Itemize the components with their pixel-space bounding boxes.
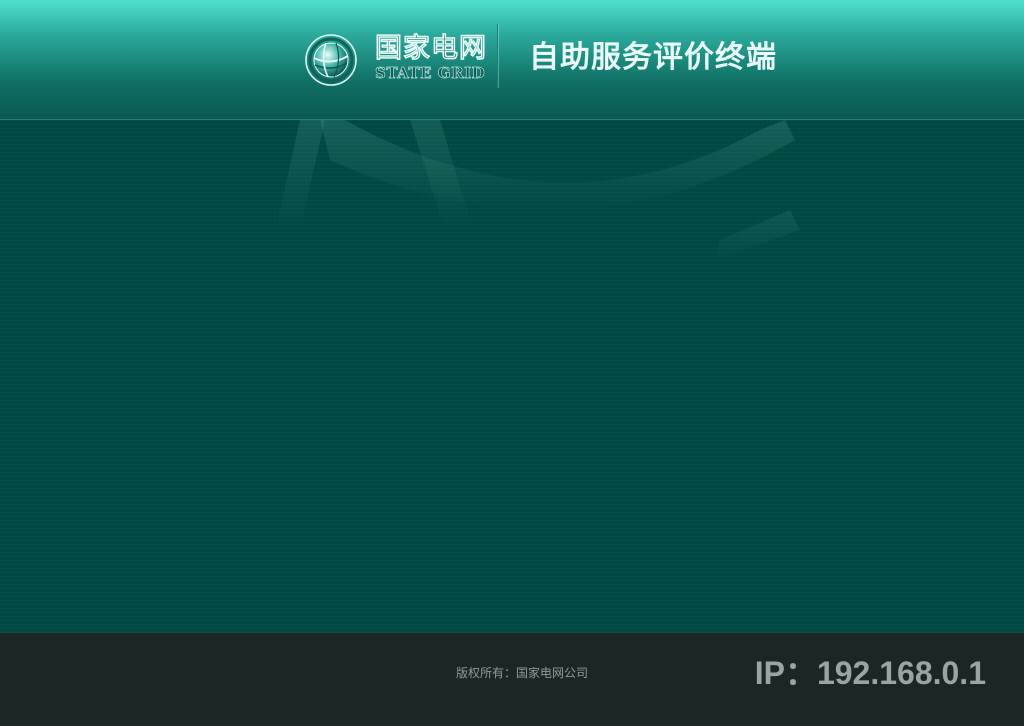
copyright-text: 版权所有：国家电网公司 <box>456 666 589 680</box>
app-title: 自助服务评价终端 <box>529 40 777 75</box>
brand-name-en: STATE GRID <box>375 64 486 83</box>
globe-watermark-icon <box>278 120 800 260</box>
ip-address-label: IP：192.168.0.1 <box>754 655 986 691</box>
brand-logotype: 国家电网 STATE GRID <box>375 33 487 83</box>
main-content-area <box>0 120 1024 633</box>
state-grid-logo-icon <box>305 34 357 86</box>
header-divider <box>497 24 498 88</box>
footer-bar: 版权所有：国家电网公司 IP：192.168.0.1 <box>0 633 1024 726</box>
brand-name-cn: 国家电网 <box>375 33 487 64</box>
header-bar: 国家电网 STATE GRID 自助服务评价终端 <box>0 0 1024 120</box>
